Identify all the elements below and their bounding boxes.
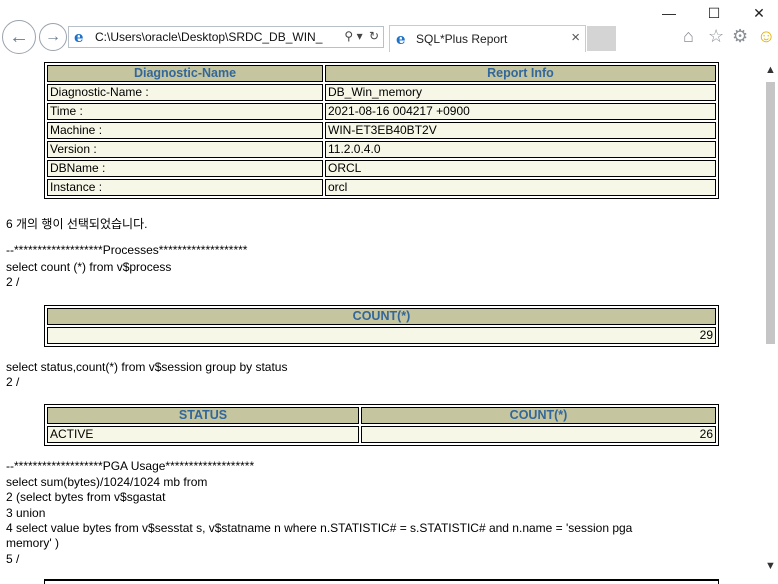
session-status-table: STATUS COUNT(*) ACTIVE 26 (44, 404, 719, 446)
address-text[interactable]: C:\Users\oracle\Desktop\SRDC_DB_WIN_ (95, 30, 322, 44)
table-cell: orcl (325, 179, 716, 196)
table-cell: Version : (47, 141, 323, 158)
search-icon[interactable]: ⚲ (344, 29, 353, 43)
gear-icon[interactable]: ⚙ (732, 26, 748, 47)
ie-tab-icon: e (396, 30, 406, 48)
back-arrow-icon: ← (9, 25, 29, 48)
diagnostic-info-table: Diagnostic-Name Report Info Diagnostic-N… (44, 62, 719, 199)
address-actions: ⚲ ▾ ↻ (344, 29, 379, 43)
table-header-row: COUNT(*) (47, 308, 716, 325)
table-row: DBName : ORCL (47, 160, 716, 177)
tab-title: SQL*Plus Report (416, 32, 508, 46)
table-cell: Time : (47, 103, 323, 120)
maximize-button[interactable]: ☐ (703, 4, 725, 22)
table-cell: 2021-08-16 004217 +0900 (325, 103, 716, 120)
column-header: Diagnostic-Name (47, 65, 323, 82)
column-header: Report Info (325, 65, 716, 82)
tab-sqlplus-report[interactable]: e SQL*Plus Report × (389, 25, 586, 52)
sql-line: 2 / (6, 275, 20, 289)
table-row: Diagnostic-Name : DB_Win_memory (47, 84, 716, 101)
table-row: Time :2021-08-16 004217 +0900 (47, 103, 716, 120)
tab-close-icon[interactable]: × (571, 29, 580, 46)
table-cell: 26 (361, 426, 716, 443)
table-cell: 11.2.0.4.0 (325, 141, 716, 158)
forward-button[interactable]: → (39, 23, 67, 51)
table-cell: ORCL (325, 160, 716, 177)
scroll-up-icon[interactable]: ▲ (765, 64, 776, 76)
sql-line: select sum(bytes)/1024/1024 mb from (6, 475, 208, 489)
table-row: Version :11.2.0.4.0 (47, 141, 716, 158)
report-content: Diagnostic-Name Report Info Diagnostic-N… (0, 60, 763, 584)
column-header: COUNT(*) (47, 308, 716, 325)
table-cell: Diagnostic-Name : (47, 84, 323, 101)
new-tab-button[interactable] (587, 26, 616, 51)
sql-line: 3 union (6, 506, 46, 520)
table-row: Machine : WIN-ET3EB40BT2V (47, 122, 716, 139)
processes-banner: --*******************Processes**********… (6, 243, 248, 257)
refresh-icon[interactable]: ↻ (369, 29, 379, 43)
favorites-star-icon[interactable]: ☆ (708, 26, 724, 47)
table-cell: ACTIVE (47, 426, 359, 443)
sql-line: 5 / (6, 552, 20, 566)
minimize-button[interactable]: — (658, 4, 680, 22)
table-cell: DB_Win_memory (325, 84, 716, 101)
home-icon[interactable]: ⌂ (683, 26, 694, 47)
sql-line: select status,count(*) from v$session gr… (6, 360, 288, 374)
process-count-table: COUNT(*) 29 (44, 305, 719, 347)
sql-line: 4 select value bytes from v$sesstat s, v… (6, 521, 633, 535)
column-header: STATUS (47, 407, 359, 424)
scrollbar-thumb[interactable] (766, 82, 775, 344)
close-window-button[interactable]: ✕ (748, 4, 770, 22)
table-cell: WIN-ET3EB40BT2V (325, 122, 716, 139)
table-row: Instance : orcl (47, 179, 716, 196)
rows-selected-message: 6 개의 행이 선택되었습니다. (6, 217, 148, 231)
sql-line: select count (*) from v$process (6, 260, 172, 274)
table-cell: Instance : (47, 179, 323, 196)
sql-line: 2 (select bytes from v$sgastat (6, 490, 166, 504)
pga-banner: --*******************PGA Usage**********… (6, 459, 255, 473)
scroll-down-icon[interactable]: ▼ (765, 560, 776, 572)
ie-page-icon: e (74, 28, 84, 46)
table-cell: Machine : (47, 122, 323, 139)
table-header-row: Diagnostic-Name Report Info (47, 65, 716, 82)
table-row: ACTIVE 26 (47, 426, 716, 443)
next-table-edge (44, 579, 719, 584)
table-header-row: STATUS COUNT(*) (47, 407, 716, 424)
table-cell: DBName : (47, 160, 323, 177)
vertical-scrollbar[interactable]: ▲ ▼ (763, 60, 778, 584)
sql-line: memory' ) (6, 536, 59, 550)
forward-arrow-icon: → (45, 28, 61, 45)
smiley-feedback-icon[interactable]: ☺ (757, 26, 775, 47)
dropdown-icon[interactable]: ▾ (357, 29, 363, 43)
browser-chrome: — ☐ ✕ ← → e C:\Users\oracle\Desktop\SRDC… (0, 0, 778, 60)
table-row: 29 (47, 327, 716, 344)
back-button[interactable]: ← (2, 20, 36, 54)
table-cell: 29 (47, 327, 716, 344)
column-header: COUNT(*) (361, 407, 716, 424)
address-bar[interactable]: e C:\Users\oracle\Desktop\SRDC_DB_WIN_ ⚲… (68, 26, 384, 48)
sql-line: 2 / (6, 375, 20, 389)
